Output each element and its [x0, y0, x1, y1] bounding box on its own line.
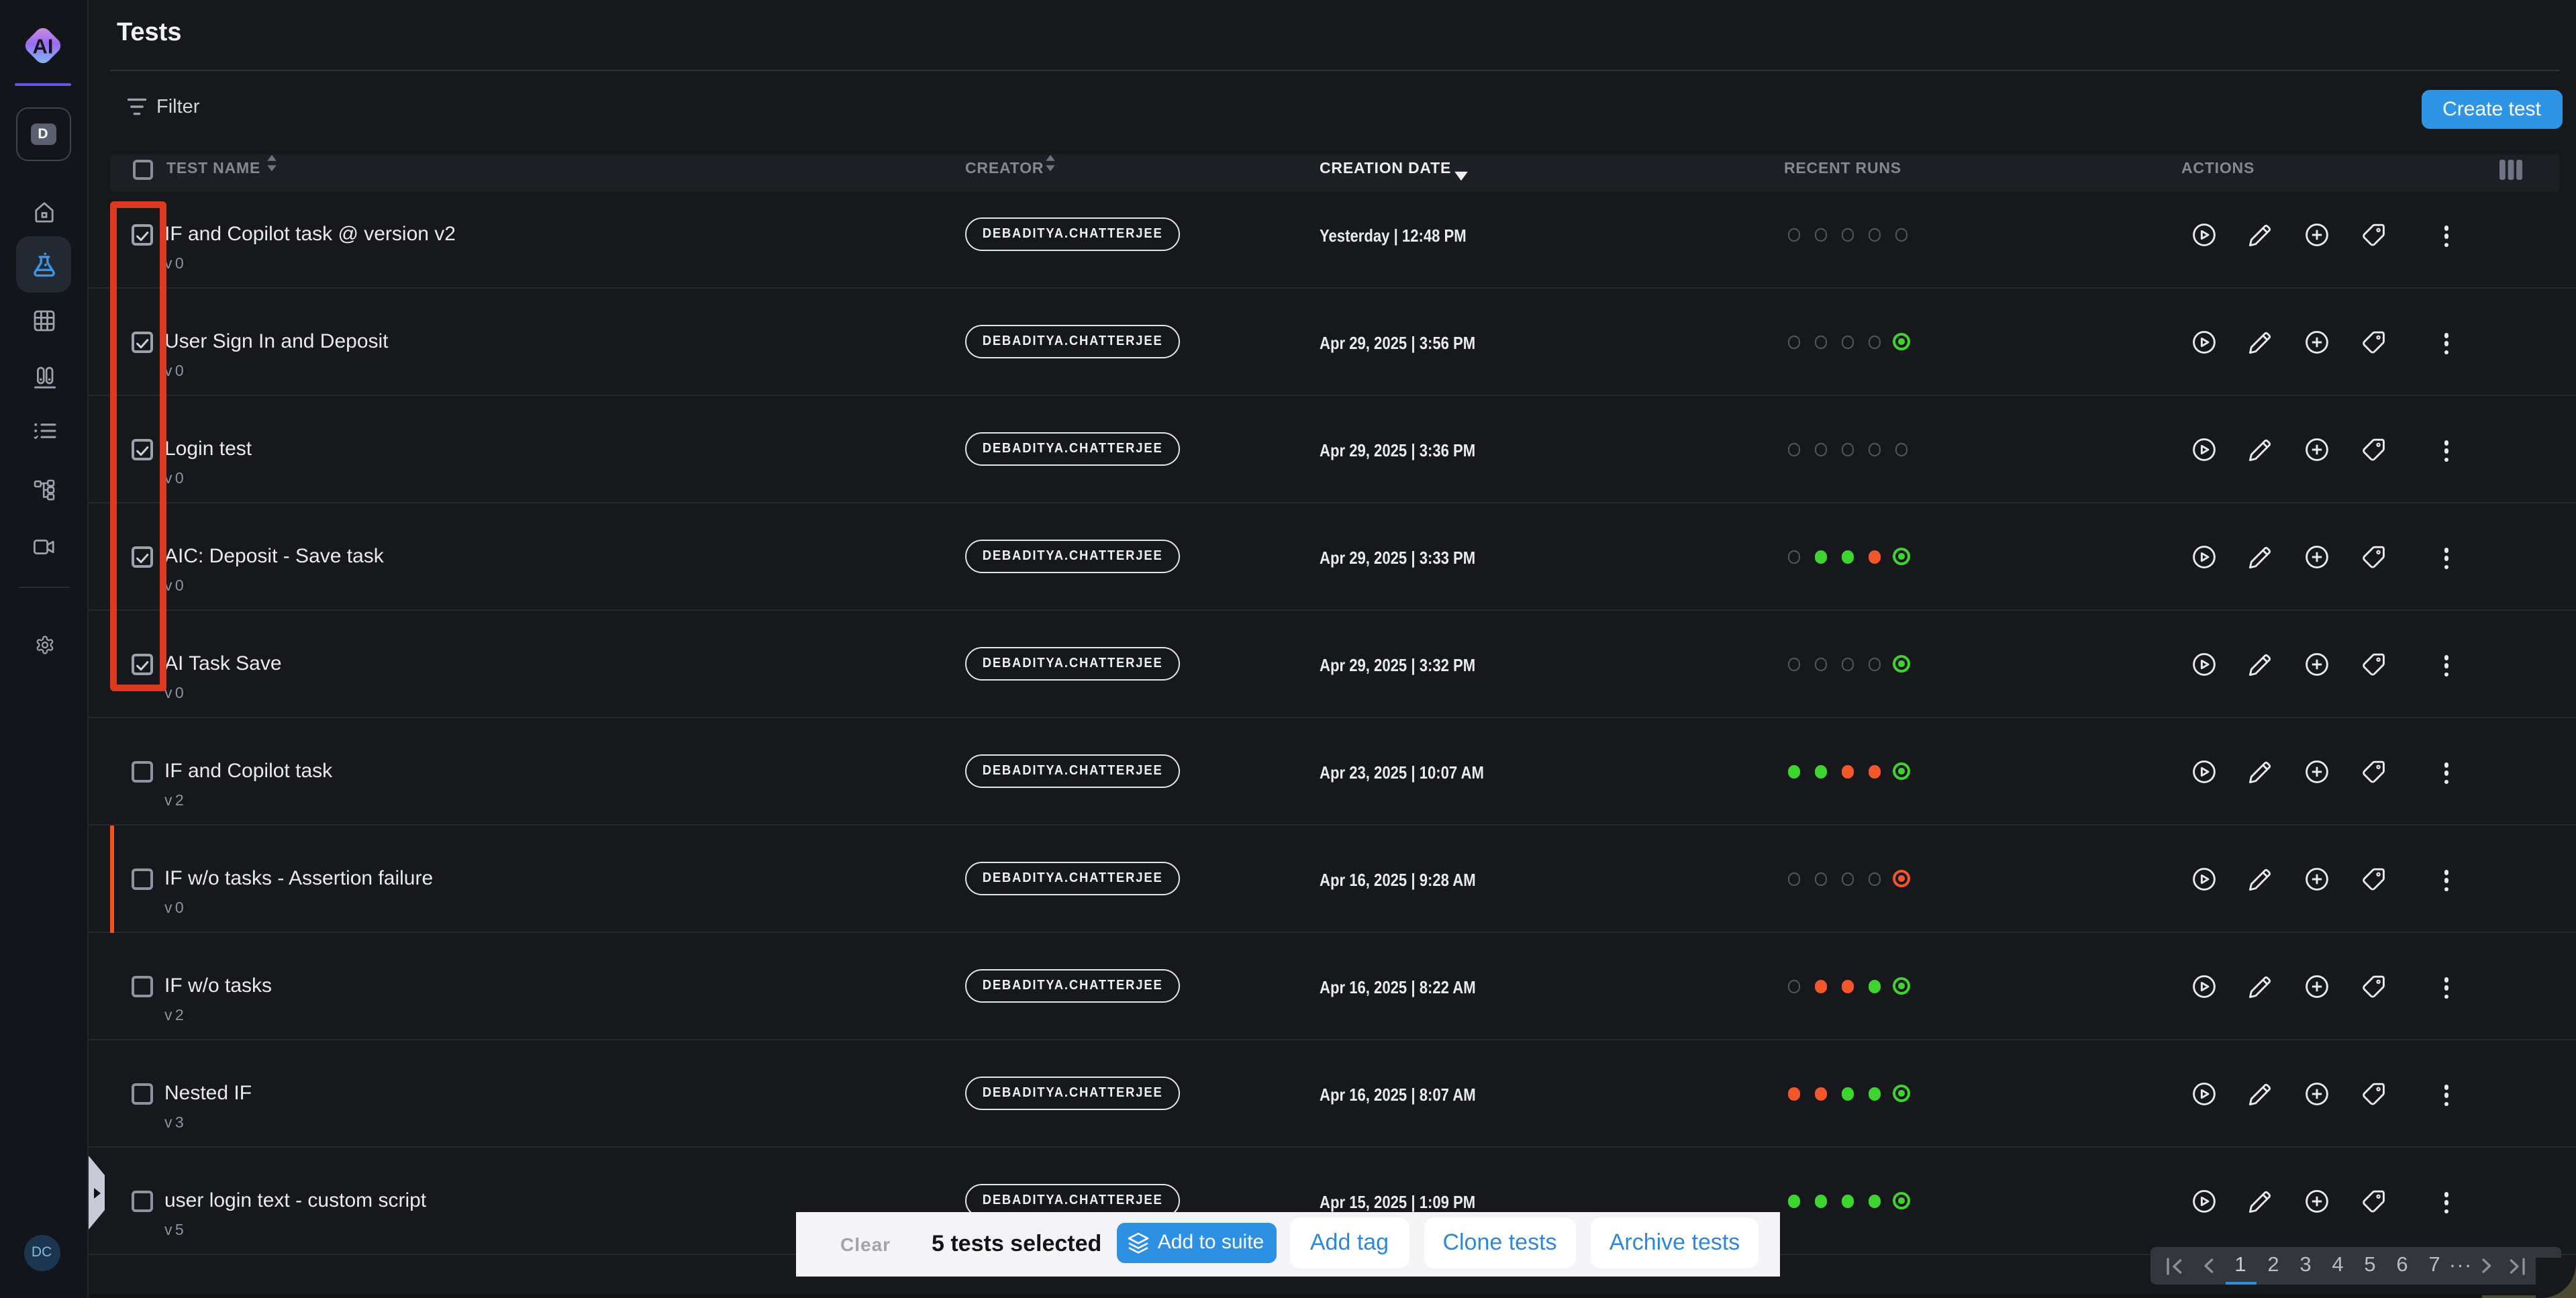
- svg-text:AI: AI: [33, 35, 54, 58]
